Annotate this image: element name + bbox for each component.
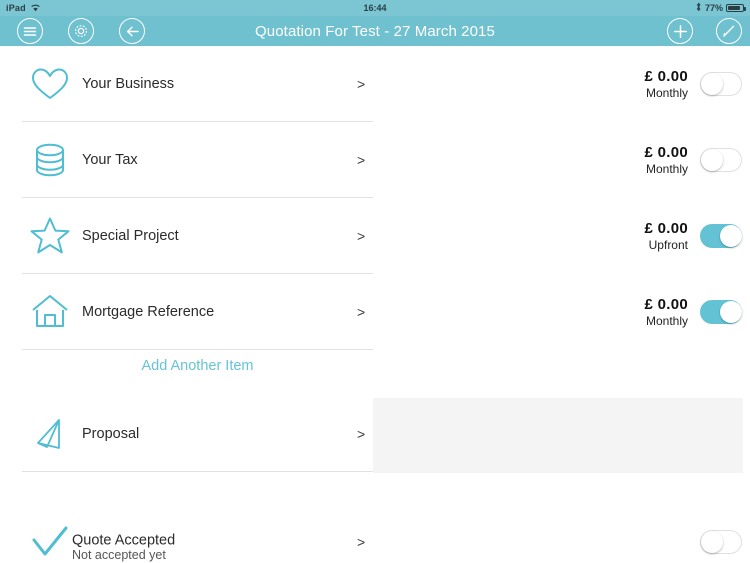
item-toggle[interactable] xyxy=(700,300,742,324)
price-period: Monthly xyxy=(645,162,688,176)
list-item-label: Quote Accepted xyxy=(72,532,176,549)
plus-icon xyxy=(673,24,687,38)
price-block: £ 0.00 Monthly xyxy=(568,296,688,328)
chevron-right-icon[interactable]: > xyxy=(357,534,365,550)
bluetooth-icon xyxy=(695,2,702,14)
price-amount: £ 0.00 xyxy=(644,144,688,161)
chevron-right-icon[interactable]: > xyxy=(357,304,365,320)
list-item-label: Special Project xyxy=(82,228,179,244)
chevron-right-icon[interactable]: > xyxy=(357,76,365,92)
chevron-right-icon[interactable]: > xyxy=(357,152,365,168)
price-amount: £ 0.00 xyxy=(644,220,688,237)
edit-button[interactable] xyxy=(716,18,742,44)
add-another-item-link[interactable]: Add Another Item xyxy=(141,358,253,374)
chevron-right-icon[interactable]: > xyxy=(357,426,365,442)
list-item-label: Your Tax xyxy=(82,152,138,168)
list-item[interactable]: Your Tax > £ 0.00 Monthly xyxy=(0,122,750,198)
home-icon xyxy=(24,289,76,335)
price-block: £ 0.00 Monthly xyxy=(568,144,688,176)
add-another-item-row: Add Another Item xyxy=(0,350,395,382)
list-item[interactable]: Quote Accepted Not accepted yet > xyxy=(0,504,750,563)
price-amount: £ 0.00 xyxy=(644,296,688,313)
status-bar: iPad 16:44 77% xyxy=(0,0,750,16)
database-icon xyxy=(24,137,76,183)
price-period: Monthly xyxy=(645,86,688,100)
status-bar-time: 16:44 xyxy=(363,3,387,13)
item-toggle[interactable] xyxy=(700,224,742,248)
chevron-right-icon[interactable]: > xyxy=(357,228,365,244)
item-toggle[interactable] xyxy=(700,148,742,172)
app-root: iPad 16:44 77% Quotation For Test - 27 M… xyxy=(0,0,750,563)
price-period: Monthly xyxy=(645,314,688,328)
pencil-icon xyxy=(723,25,735,37)
battery-icon xyxy=(726,4,746,12)
add-button[interactable] xyxy=(667,18,693,44)
item-toggle[interactable] xyxy=(700,72,742,96)
paper-plane-icon xyxy=(24,411,76,457)
checkmark-icon xyxy=(24,519,76,563)
list-item[interactable]: Your Business > £ 0.00 Monthly xyxy=(0,46,750,122)
status-bar-right: 77% xyxy=(695,2,746,14)
price-amount: £ 0.00 xyxy=(644,68,688,85)
star-icon xyxy=(24,213,76,259)
list-item[interactable]: Mortgage Reference > £ 0.00 Monthly xyxy=(0,274,750,350)
list-item[interactable]: Special Project > £ 0.00 Upfront xyxy=(0,198,750,274)
list-item-sublabel: Not accepted yet xyxy=(72,548,166,562)
page-title: Quotation For Test - 27 March 2015 xyxy=(255,22,495,40)
item-toggle[interactable] xyxy=(700,530,742,554)
list-item-label: Mortgage Reference xyxy=(82,304,215,320)
list-item[interactable]: Proposal > xyxy=(0,396,750,472)
price-period: Upfront xyxy=(648,238,688,252)
content-area: Your Business > £ 0.00 Monthly Your Tax … xyxy=(0,46,750,563)
nav-bar: Quotation For Test - 27 March 2015 xyxy=(0,16,750,46)
list-item-label: Proposal xyxy=(82,426,140,442)
heart-icon xyxy=(24,61,76,107)
price-block: £ 0.00 Monthly xyxy=(568,68,688,100)
price-block: £ 0.00 Upfront xyxy=(568,220,688,252)
list-item-label: Your Business xyxy=(82,76,175,92)
row-divider xyxy=(22,471,373,472)
battery-percent-label: 77% xyxy=(704,3,723,13)
